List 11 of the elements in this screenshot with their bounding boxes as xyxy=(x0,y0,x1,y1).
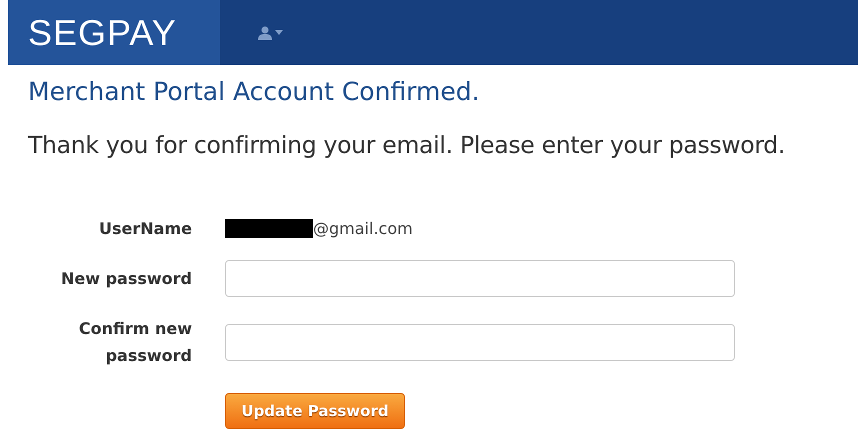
password-field[interactable] xyxy=(225,260,735,297)
user-icon xyxy=(258,26,272,40)
password-field[interactable] xyxy=(225,324,735,360)
field-label: New password xyxy=(60,268,192,290)
field-label: Confirm new password xyxy=(78,318,192,367)
page-title: Merchant Portal Account Confirmed. xyxy=(28,77,481,106)
caret-icon xyxy=(275,30,283,35)
field-label: UserName xyxy=(99,218,192,240)
username-value: @gmail.com xyxy=(313,219,413,238)
instruction-text: Thank you for confirming your email. Please enter your password. xyxy=(28,131,786,159)
logo[interactable]: SEGPAY xyxy=(28,12,177,54)
